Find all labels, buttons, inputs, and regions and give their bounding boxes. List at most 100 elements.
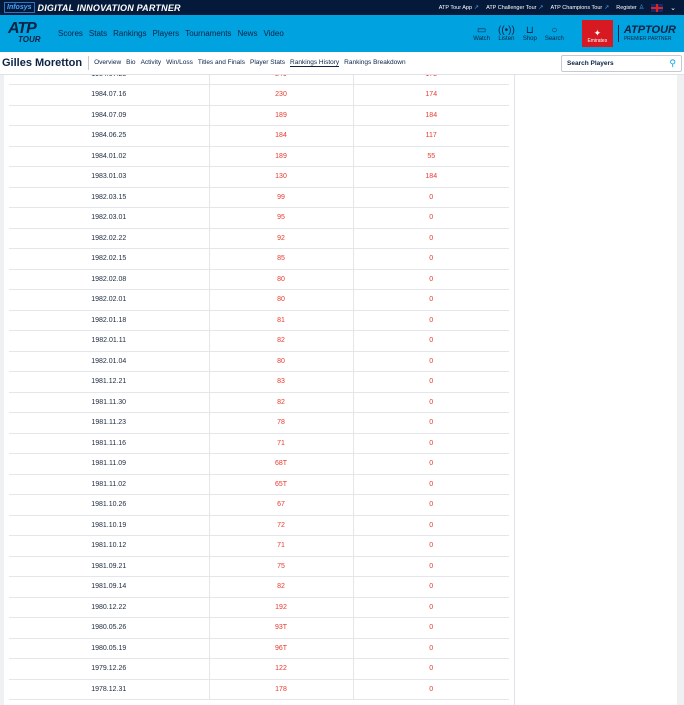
doubles-rank: 0 bbox=[353, 576, 509, 598]
rank-date: 1982.01.04 bbox=[9, 351, 210, 372]
rank-date: 1981.11.02 bbox=[9, 474, 210, 495]
nav-tournaments[interactable]: Tournaments bbox=[185, 29, 231, 38]
nav-scores[interactable]: Scores bbox=[58, 29, 83, 38]
table-row: 1981.12.21 83 0 bbox=[9, 371, 509, 393]
tab-win-loss[interactable]: Win/Loss bbox=[166, 59, 193, 67]
tv-icon: ▭ bbox=[476, 24, 487, 36]
singles-rank: 178 bbox=[209, 679, 354, 700]
listen-button[interactable]: ((•)) Listen bbox=[497, 24, 515, 42]
table-row: 1983.01.03 130 184 bbox=[9, 166, 509, 188]
singles-rank: 80 bbox=[209, 289, 354, 311]
rank-date: 1980.05.26 bbox=[9, 617, 210, 639]
table-row: 1982.03.01 95 0 bbox=[9, 207, 509, 229]
table-row: 1981.11.09 68T 0 bbox=[9, 453, 509, 475]
singles-rank: 96T bbox=[209, 638, 354, 659]
rank-date: 1981.10.26 bbox=[9, 494, 210, 516]
premier-partner-logo[interactable]: ATPTOUR PREMIER PARTNER bbox=[617, 25, 676, 42]
challenger-tour-link[interactable]: ATP Challenger Tour ↗ bbox=[486, 4, 543, 11]
doubles-rank: 0 bbox=[353, 535, 509, 557]
tab-bio[interactable]: Bio bbox=[126, 59, 135, 67]
doubles-rank: 0 bbox=[353, 515, 509, 536]
rank-date: 1980.12.22 bbox=[9, 597, 210, 618]
table-row: 1980.05.26 93T 0 bbox=[9, 617, 509, 639]
doubles-rank: 0 bbox=[353, 248, 509, 270]
table-row: 1982.02.08 80 0 bbox=[9, 269, 509, 290]
table-row: 1981.11.02 65T 0 bbox=[9, 474, 509, 495]
doubles-rank: 55 bbox=[353, 146, 509, 167]
atp-tour-app-link[interactable]: ATP Tour App ↗ bbox=[439, 4, 479, 11]
table-row: 1981.11.16 71 0 bbox=[9, 433, 509, 454]
rank-date: 1982.02.15 bbox=[9, 248, 210, 270]
tab-player-stats[interactable]: Player Stats bbox=[250, 59, 285, 67]
chevron-down-icon[interactable]: ⌄ bbox=[670, 4, 676, 12]
doubles-rank: 0 bbox=[353, 474, 509, 495]
rank-date: 1982.02.22 bbox=[9, 228, 210, 249]
rankings-table: 1984.07.232491721984.07.162301741984.07.… bbox=[9, 75, 509, 700]
table-row: 1980.12.22 192 0 bbox=[9, 597, 509, 618]
rankings-panel: 1984.07.232491721984.07.162301741984.07.… bbox=[4, 75, 514, 705]
nav-news[interactable]: News bbox=[237, 29, 257, 38]
singles-rank: 99 bbox=[209, 187, 354, 208]
rank-date: 1979.12.26 bbox=[9, 658, 210, 680]
top-links: ATP Tour App ↗ ATP Challenger Tour ↗ ATP C… bbox=[439, 3, 684, 12]
nav-rankings[interactable]: Rankings bbox=[113, 29, 146, 38]
nav-players[interactable]: Players bbox=[153, 29, 180, 38]
logo-tour-text: TOUR bbox=[18, 34, 41, 44]
tab-rankings-history[interactable]: Rankings History bbox=[290, 59, 340, 67]
emirates-logo[interactable]: ✦ Emirates bbox=[581, 20, 613, 47]
doubles-rank: 0 bbox=[353, 617, 509, 639]
player-tabs: Overview Bio Activity Win/Loss Titles an… bbox=[94, 59, 406, 67]
rank-date: 1982.02.08 bbox=[9, 269, 210, 290]
player-name: Gilles Moretton bbox=[2, 56, 90, 70]
doubles-rank: 172 bbox=[353, 75, 509, 85]
tab-overview[interactable]: Overview bbox=[94, 59, 121, 67]
nav-video[interactable]: Video bbox=[263, 29, 283, 38]
singles-rank: 184 bbox=[209, 125, 354, 147]
table-row: 1982.01.18 81 0 bbox=[9, 310, 509, 331]
side-panel bbox=[514, 75, 677, 705]
doubles-rank: 117 bbox=[353, 125, 509, 147]
singles-rank: 85 bbox=[209, 248, 354, 270]
radio-icon: ((•)) bbox=[497, 24, 515, 36]
player-search-input[interactable]: Search Players ⚲ bbox=[561, 54, 682, 72]
atp-tour-logo[interactable]: ATP TOUR bbox=[8, 19, 48, 47]
doubles-rank: 0 bbox=[353, 638, 509, 659]
nav-stats[interactable]: Stats bbox=[89, 29, 107, 38]
rank-date: 1978.12.31 bbox=[9, 679, 210, 700]
logo-atp-text: ATP bbox=[8, 19, 37, 37]
champions-tour-link[interactable]: ATP Champions Tour ↗ bbox=[551, 4, 610, 11]
singles-rank: 93T bbox=[209, 617, 354, 639]
rank-date: 1981.09.21 bbox=[9, 556, 210, 577]
table-row: 1980.05.19 96T 0 bbox=[9, 638, 509, 659]
doubles-rank: 0 bbox=[353, 187, 509, 208]
rank-date: 1981.11.16 bbox=[9, 433, 210, 454]
uk-flag-icon[interactable] bbox=[651, 3, 664, 12]
rank-date: 1984.06.25 bbox=[9, 125, 210, 147]
singles-rank: 67 bbox=[209, 494, 354, 516]
table-row: 1982.01.04 80 0 bbox=[9, 351, 509, 372]
singles-rank: 82 bbox=[209, 330, 354, 352]
table-row: 1984.07.16 230 174 bbox=[9, 84, 509, 106]
tab-titles-finals[interactable]: Titles and Finals bbox=[198, 59, 245, 67]
rank-date: 1981.09.14 bbox=[9, 576, 210, 598]
singles-rank: 92 bbox=[209, 228, 354, 249]
singles-rank: 80 bbox=[209, 269, 354, 290]
register-link[interactable]: Register ♙ bbox=[616, 4, 644, 11]
doubles-rank: 0 bbox=[353, 433, 509, 454]
rank-date: 1982.02.01 bbox=[9, 289, 210, 311]
tab-activity[interactable]: Activity bbox=[141, 59, 162, 67]
shop-button[interactable]: ⊔ Shop bbox=[523, 25, 537, 42]
rank-date: 1983.01.03 bbox=[9, 166, 210, 188]
doubles-rank: 0 bbox=[353, 207, 509, 229]
watch-button[interactable]: ▭ Watch bbox=[473, 24, 490, 42]
emirates-mark-icon: ✦ bbox=[593, 28, 602, 38]
table-row: 1981.09.21 75 0 bbox=[9, 556, 509, 577]
table-row: 1981.11.30 82 0 bbox=[9, 392, 509, 413]
nav-links: Scores Stats Rankings Players Tournament… bbox=[58, 29, 284, 38]
top-bar: Infosys DIGITAL INNOVATION PARTNER ATP T… bbox=[0, 0, 684, 15]
tab-rankings-breakdown[interactable]: Rankings Breakdown bbox=[344, 59, 405, 67]
singles-rank: 122 bbox=[209, 658, 354, 680]
infosys-logo[interactable]: Infosys bbox=[4, 2, 35, 13]
search-icon[interactable]: ⚲ bbox=[669, 58, 676, 69]
search-button[interactable]: ○ Search bbox=[545, 25, 564, 42]
